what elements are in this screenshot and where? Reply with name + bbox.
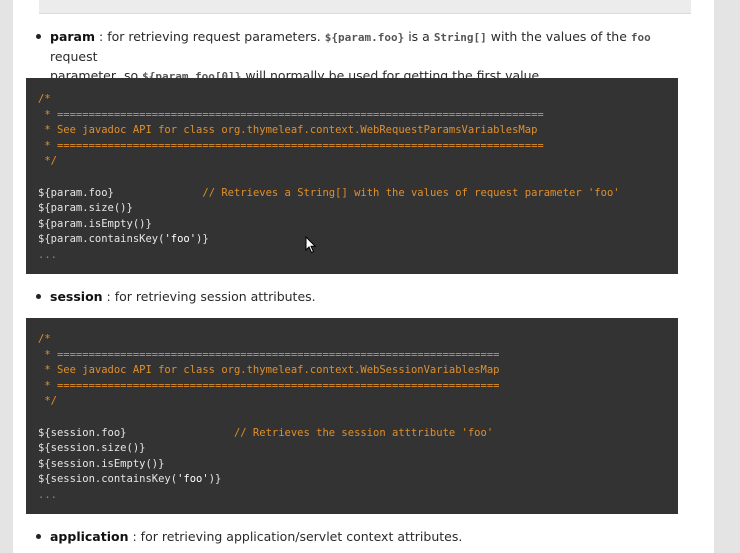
term-session: session (50, 289, 103, 304)
code-expression: )} (196, 233, 209, 246)
description-text: with the values of the (486, 29, 631, 44)
description-text: for retrieving application/servlet conte… (140, 529, 463, 544)
code-comment-line: * ======================================… (38, 108, 544, 121)
code-block-param: /* * ===================================… (26, 78, 678, 274)
code-expression: ${param.containsKey( (38, 233, 165, 246)
term-application: application (50, 529, 129, 544)
mouse-pointer-icon (305, 235, 317, 258)
code-expression: )} (208, 473, 222, 486)
code-comment-line: * See javadoc API for class org.thymelea… (38, 364, 500, 377)
code-comment-line: * ======================================… (38, 379, 500, 392)
code-comment-line: /* (38, 333, 51, 345)
code-trailing-comment: // Retrieves the session atttribute 'foo… (233, 426, 494, 439)
description-text: for retrieving request parameters. (107, 29, 325, 44)
list-item-application: application : for retrieving application… (36, 527, 670, 546)
separator: : (95, 29, 108, 44)
inline-code: String[] (433, 31, 487, 44)
inline-code: foo (630, 31, 651, 44)
code-expression: ${session.containsKey( (38, 473, 178, 486)
code-line: ${param.isEmpty()} (38, 217, 152, 230)
list-item-session: session : for retrieving session attribu… (36, 287, 670, 306)
code-expression: ${param.foo} (38, 186, 203, 199)
code-line: ${param.foo} // Retrieves a String[] wit… (38, 186, 678, 202)
code-ellipsis: ... (38, 488, 57, 501)
code-comment-line: */ (38, 395, 57, 408)
term-param: param (50, 29, 96, 44)
description-text: request (50, 49, 98, 64)
code-string: 'foo' (164, 233, 197, 246)
code-line: ${session.containsKey('foo')} (38, 472, 678, 488)
code-block-session: /* * ===================================… (26, 318, 678, 514)
code-line: ${param.containsKey('foo')} (38, 232, 678, 248)
code-comment-line: * ======================================… (38, 348, 500, 361)
code-ellipsis: ... (38, 248, 57, 261)
separator: : (128, 529, 141, 544)
code-trailing-comment: // Retrieves a String[] with the values … (202, 186, 620, 199)
code-line: ${session.isEmpty()} (38, 457, 165, 470)
code-comment-line: * ======================================… (38, 139, 544, 152)
description-text: is a (404, 29, 434, 44)
code-expression: ${session.foo} (38, 426, 234, 439)
code-string: 'foo' (177, 473, 209, 486)
code-line: ${session.foo} // Retrieves the session … (38, 426, 678, 442)
previous-code-block (39, 0, 691, 14)
code-line: ${session.size()} (38, 442, 146, 455)
separator: : (102, 289, 115, 304)
code-comment-line: /* (38, 93, 51, 105)
code-comment-line: * See javadoc API for class org.thymelea… (38, 124, 538, 137)
code-comment-line: */ (38, 155, 57, 168)
description-text: for retrieving session attributes. (114, 289, 316, 304)
inline-code: ${param.foo} (324, 31, 405, 44)
code-line: ${param.size()} (38, 202, 133, 215)
